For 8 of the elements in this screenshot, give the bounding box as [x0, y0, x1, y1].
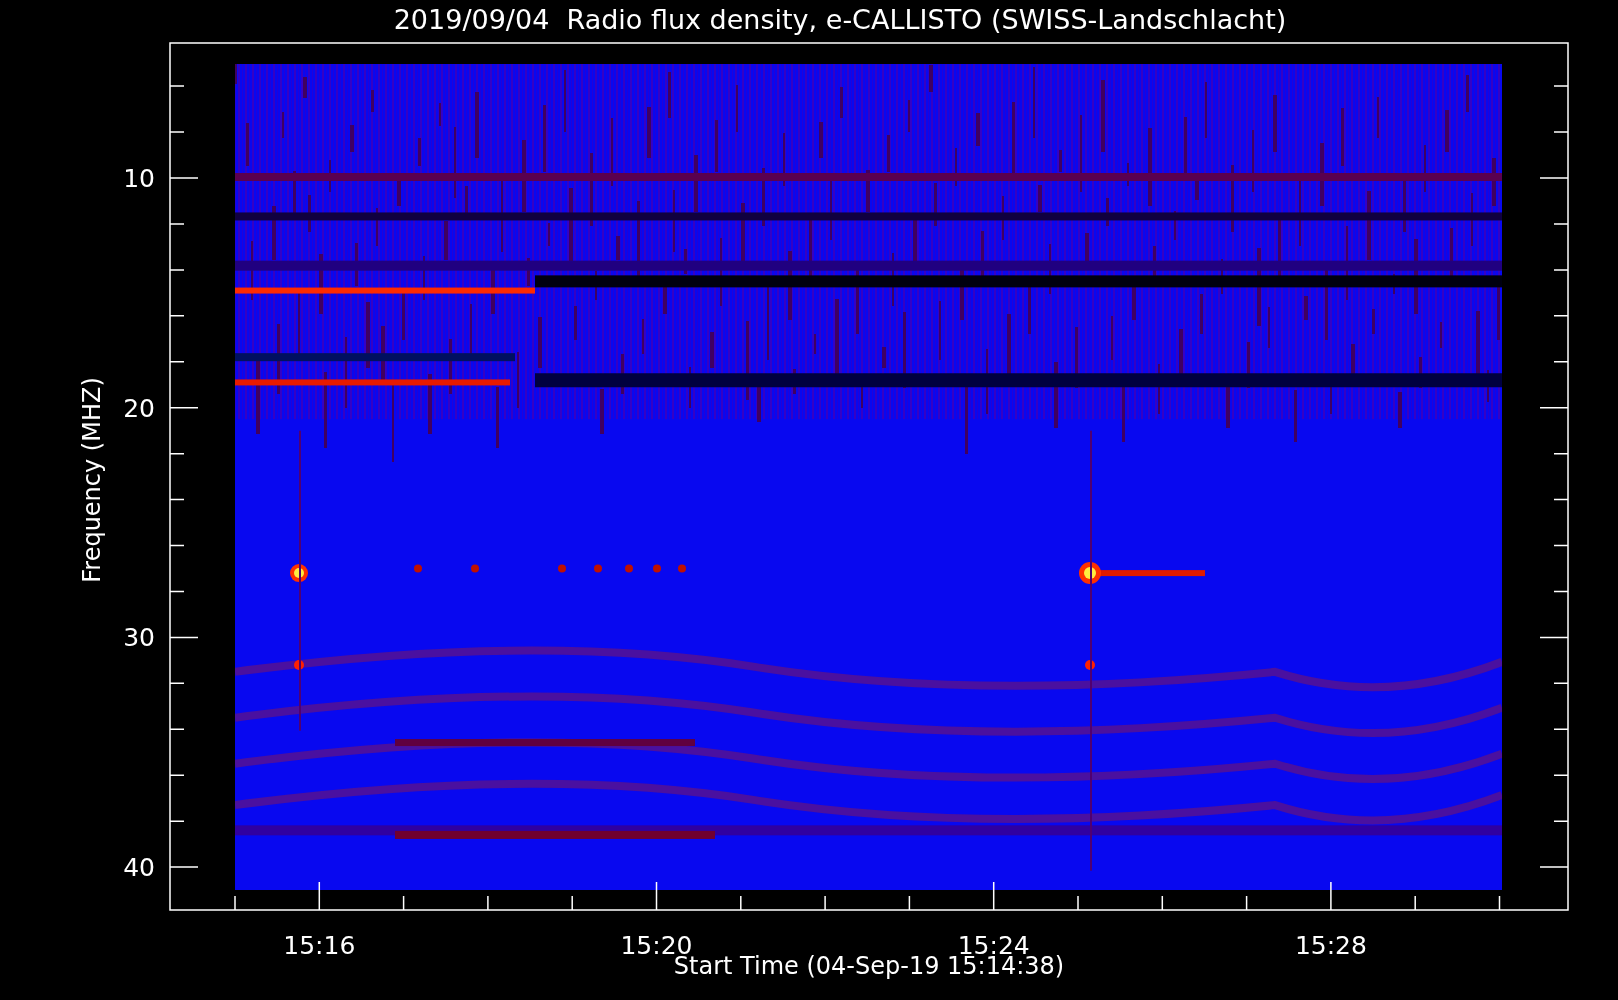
y-tick-label: 10 — [123, 164, 155, 193]
x-tick-label: 15:28 — [1294, 931, 1367, 960]
y-tick-label: 20 — [123, 393, 155, 423]
y-tick-label: 40 — [123, 853, 155, 883]
plot-title: 2019/09/04 Radio flux density, e-CALLISTO (SWISS-Landschlacht) — [393, 4, 1287, 35]
y-tick-label: 30 — [123, 623, 155, 653]
y-axis-label: Frequency (MHZ) — [78, 377, 106, 583]
x-tick-label: 15:16 — [283, 931, 356, 960]
